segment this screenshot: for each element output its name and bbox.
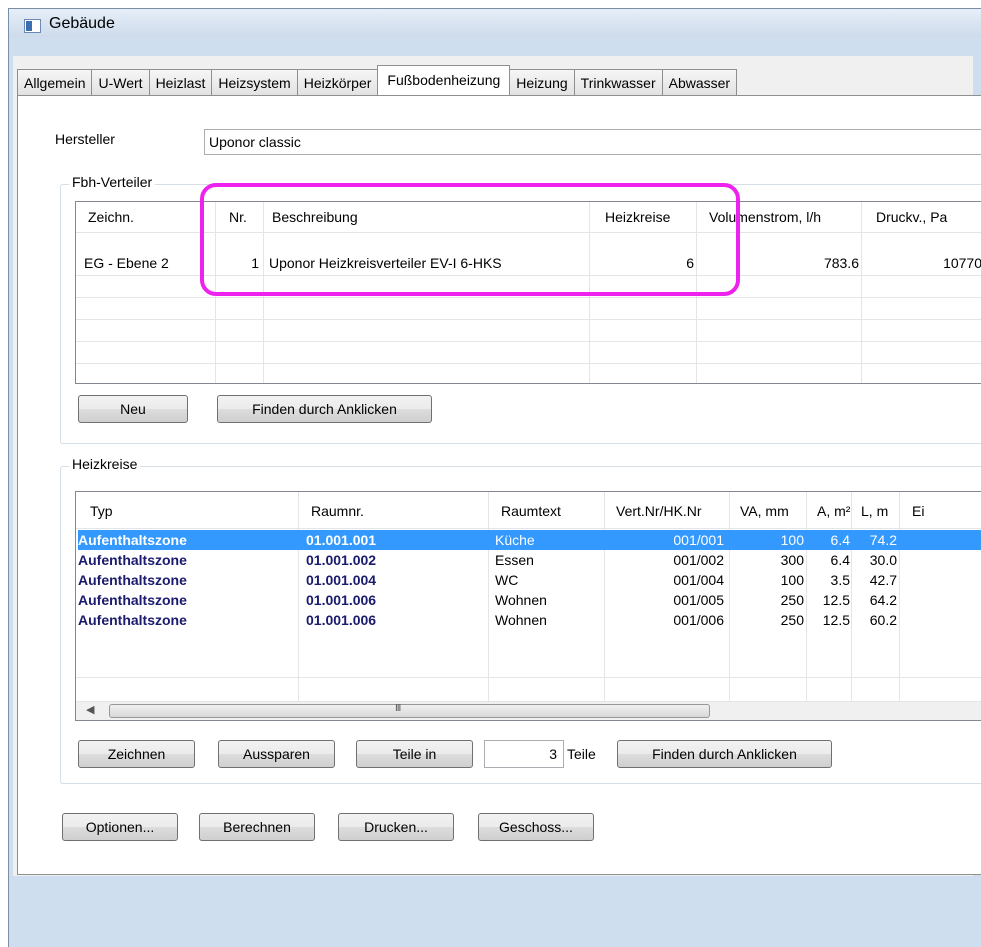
tab-heizkoerper[interactable]: Heizkörper xyxy=(296,69,379,95)
col-ei[interactable]: Ei xyxy=(900,492,981,528)
col-volumenstrom[interactable]: Volumenstrom, l/h xyxy=(697,202,862,232)
col-heizkreise[interactable]: Heizkreise xyxy=(590,202,697,232)
cell-va: 300 xyxy=(780,552,804,568)
col-druckv[interactable]: Druckv., Pa xyxy=(862,202,981,232)
cell-raumnr: 01.001.006 xyxy=(306,592,377,608)
title-bar[interactable]: Gebäude xyxy=(9,9,981,37)
cell-druckv: 10770 xyxy=(943,255,981,271)
cell-va: 100 xyxy=(780,532,804,548)
cell-heizkreise: 6 xyxy=(686,255,694,271)
cell-a: 12.5 xyxy=(822,592,850,608)
cell-l: 60.2 xyxy=(869,612,897,628)
table-row[interactable]: Aufenthaltszone 01.001.004 WC 001/004 10… xyxy=(78,570,981,590)
teile-in-button[interactable]: Teile in xyxy=(356,740,473,768)
scroll-thumb[interactable]: III xyxy=(109,703,710,718)
cell-raumtext: Wohnen xyxy=(495,612,547,628)
cell-raumnr: 01.001.006 xyxy=(306,612,377,628)
cell-vert: 001/005 xyxy=(673,592,724,608)
col-vert-hk[interactable]: Vert.Nr/HK.Nr xyxy=(605,492,730,528)
teile-input[interactable]: 3 xyxy=(484,740,564,768)
cell-va: 100 xyxy=(780,572,804,588)
cell-va: 250 xyxy=(780,592,804,608)
cell-typ: Aufenthaltszone xyxy=(78,572,187,588)
col-zeichn[interactable]: Zeichn. xyxy=(76,202,216,232)
cell-raumtext: Essen xyxy=(495,552,534,568)
table-row[interactable]: Aufenthaltszone 01.001.006 Wohnen 001/00… xyxy=(78,610,981,630)
berechnen-button[interactable]: Berechnen xyxy=(199,813,315,841)
verteiler-group-title: Fbh-Verteiler xyxy=(69,174,156,190)
cell-typ: Aufenthaltszone xyxy=(78,532,187,548)
verteiler-table[interactable]: Zeichn. Nr. Beschreibung Heizkreise Volu… xyxy=(75,201,981,384)
cell-raumtext: WC xyxy=(495,572,519,588)
tab-heizlast[interactable]: Heizlast xyxy=(148,69,213,95)
tab-u-wert[interactable]: U-Wert xyxy=(91,69,150,95)
cell-vert: 001/001 xyxy=(673,532,724,548)
cell-raumtext: Küche xyxy=(495,532,535,548)
verteiler-finden-button[interactable]: Finden durch Anklicken xyxy=(217,395,432,423)
heizkreise-table-header: Typ Raumnr. Raumtext Vert.Nr/HK.Nr VA, m… xyxy=(76,492,981,529)
cell-raumnr: 01.001.004 xyxy=(306,572,377,588)
col-l[interactable]: L, m xyxy=(852,492,900,528)
tab-fussbodenheizung[interactable]: Fußbodenheizung xyxy=(377,65,511,95)
tab-abwasser[interactable]: Abwasser xyxy=(661,69,738,95)
neu-button[interactable]: Neu xyxy=(78,395,188,423)
table-row[interactable]: Aufenthaltszone 01.001.006 Wohnen 001/00… xyxy=(78,590,981,610)
cell-typ: Aufenthaltszone xyxy=(78,592,187,608)
teile-label: Teile xyxy=(567,746,596,762)
cell-volumenstrom: 783.6 xyxy=(823,255,859,271)
cell-vert: 001/002 xyxy=(673,552,724,568)
cell-l: 64.2 xyxy=(869,592,897,608)
table-row[interactable]: Aufenthaltszone 01.001.002 Essen 001/002… xyxy=(78,550,981,570)
tab-trinkwasser[interactable]: Trinkwasser xyxy=(573,69,663,95)
aussparen-button[interactable]: Aussparen xyxy=(218,740,335,768)
cell-vert: 001/004 xyxy=(673,572,724,588)
geschoss-button[interactable]: Geschoss... xyxy=(478,813,594,841)
heizkreise-group-title: Heizkreise xyxy=(69,456,141,472)
cell-va: 250 xyxy=(780,612,804,628)
heizkreise-finden-button[interactable]: Finden durch Anklicken xyxy=(617,740,832,768)
cell-a: 6.4 xyxy=(830,552,850,568)
cell-beschreibung: Uponor Heizkreisverteiler EV-I 6-HKS xyxy=(269,255,502,271)
scroll-grip: III xyxy=(395,703,401,714)
hersteller-field[interactable]: Uponor classic xyxy=(204,129,981,155)
col-raumnr[interactable]: Raumnr. xyxy=(299,492,489,528)
cell-l: 42.7 xyxy=(869,572,897,588)
heizkreise-hscrollbar[interactable]: ◀ III xyxy=(76,701,981,720)
drucken-button[interactable]: Drucken... xyxy=(338,813,454,841)
cell-typ: Aufenthaltszone xyxy=(78,612,187,628)
tab-allgemein[interactable]: Allgemein xyxy=(17,69,93,95)
app-icon xyxy=(24,19,41,33)
cell-raumtext: Wohnen xyxy=(495,592,547,608)
hersteller-label: Hersteller xyxy=(55,131,115,147)
tab-strip: Allgemein U-Wert Heizlast Heizsystem Hei… xyxy=(17,65,738,95)
col-a[interactable]: A, m² xyxy=(807,492,852,528)
scroll-left-arrow-icon[interactable]: ◀ xyxy=(86,703,94,716)
col-typ[interactable]: Typ xyxy=(76,492,299,528)
tab-heizung[interactable]: Heizung xyxy=(509,69,575,95)
cell-a: 3.5 xyxy=(830,572,850,588)
cell-raumnr: 01.001.002 xyxy=(306,552,377,568)
cell-zeichn: EG - Ebene 2 xyxy=(84,255,169,271)
col-nr[interactable]: Nr. xyxy=(216,202,264,232)
cell-l: 74.2 xyxy=(869,532,897,548)
cell-l: 30.0 xyxy=(869,552,897,568)
cell-nr: 1 xyxy=(251,255,259,271)
cell-raumnr: 01.001.001 xyxy=(306,532,377,548)
col-beschreibung[interactable]: Beschreibung xyxy=(264,202,590,232)
col-va[interactable]: VA, mm xyxy=(730,492,807,528)
table-row[interactable]: Aufenthaltszone 01.001.001 Küche 001/001… xyxy=(78,530,981,550)
col-raumtext[interactable]: Raumtext xyxy=(489,492,605,528)
optionen-button[interactable]: Optionen... xyxy=(62,813,178,841)
window-title: Gebäude xyxy=(49,15,115,32)
zeichnen-button[interactable]: Zeichnen xyxy=(78,740,195,768)
cell-typ: Aufenthaltszone xyxy=(78,552,187,568)
tab-heizsystem[interactable]: Heizsystem xyxy=(211,69,298,95)
cell-a: 6.4 xyxy=(830,532,850,548)
verteiler-table-header: Zeichn. Nr. Beschreibung Heizkreise Volu… xyxy=(76,202,981,233)
cell-vert: 001/006 xyxy=(673,612,724,628)
heizkreise-table[interactable]: Typ Raumnr. Raumtext Vert.Nr/HK.Nr VA, m… xyxy=(75,491,981,721)
cell-a: 12.5 xyxy=(822,612,850,628)
